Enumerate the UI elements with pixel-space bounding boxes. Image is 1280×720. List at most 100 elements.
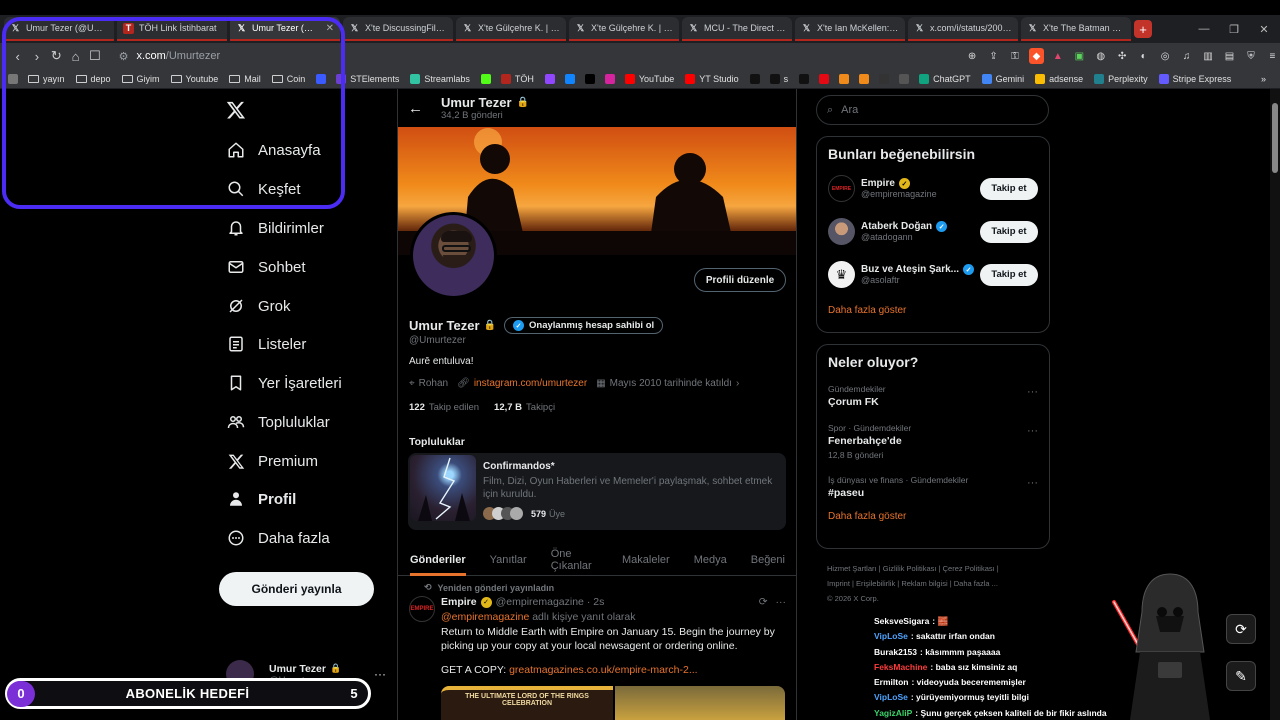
trend-item[interactable]: Gündemdekiler Çorum FK ···	[828, 384, 1038, 408]
bookmark-item[interactable]	[316, 73, 330, 84]
browser-tab[interactable]: 𝕏 X'te DiscussingFilm: "D	[343, 17, 453, 41]
follow-button[interactable]: Takip et	[980, 177, 1038, 200]
reply-to-handle[interactable]: @empiremagazine	[441, 611, 529, 623]
share-icon[interactable]: ⇪	[986, 48, 1001, 64]
bookmark-item[interactable]	[604, 73, 619, 84]
reload-icon[interactable]: ↻	[47, 46, 66, 66]
post-link[interactable]: greatmagazines.co.uk/empire-march-2...	[509, 664, 698, 676]
footer-link[interactable]: Gizlilik Politikası	[883, 564, 937, 573]
footer-link[interactable]: Çerez Politikası	[943, 564, 995, 573]
search-input[interactable]: ⌕ Ara	[816, 95, 1049, 125]
url-bar[interactable]: ⚙ x.com/Umurtezer	[113, 45, 963, 67]
nav-item-grok[interactable]: Grok	[226, 291, 291, 321]
bookmark-item[interactable]: Gemini	[981, 73, 1024, 84]
bookmark-item[interactable]	[839, 73, 853, 84]
tab-posts[interactable]: Gönderiler	[410, 554, 466, 576]
minimize-icon[interactable]: —	[1188, 15, 1220, 43]
bookmark-item[interactable]	[819, 73, 833, 84]
following-count[interactable]: 122	[409, 402, 425, 413]
nav-item-bookmarks[interactable]: Yer İşaretleri	[226, 368, 342, 398]
new-tab-button[interactable]: +	[1134, 20, 1152, 38]
nav-item-profile[interactable]: Profil	[226, 484, 296, 514]
browser-tab[interactable]: 𝕏 MCU - The Direct (@M	[682, 17, 792, 41]
browser-tab[interactable]: 𝕏x.com/i/status/200922	[908, 17, 1018, 41]
bookmark-item[interactable]	[859, 73, 873, 84]
bookmark-item[interactable]: adsense	[1035, 73, 1083, 84]
followers-count[interactable]: 12,7 B	[494, 402, 522, 413]
media-controls-icon[interactable]: ♫	[1179, 48, 1194, 64]
nav-item-communities[interactable]: Topluluklar	[226, 407, 330, 437]
tab-articles[interactable]: Makaleler	[622, 554, 670, 566]
menu-icon[interactable]: ≡	[1265, 48, 1280, 64]
password-key-icon[interactable]: ⚿	[1007, 48, 1022, 64]
tab-media[interactable]: Medya	[694, 554, 727, 566]
footer-link[interactable]: Hizmet Şartları	[827, 564, 877, 573]
edit-profile-button[interactable]: Profili düzenle	[694, 268, 786, 292]
close-window-icon[interactable]: ✕	[1248, 15, 1280, 43]
bookmark-item[interactable]	[899, 73, 913, 84]
nav-item-home[interactable]: Anasayfa	[226, 135, 321, 165]
browser-tab[interactable]: 𝕏 Umur Tezer (@Umurtezer	[4, 17, 114, 41]
post-handle[interactable]: @empiremagazine	[496, 596, 584, 608]
bookmark-item[interactable]: TÖH	[500, 73, 534, 84]
wallet-icon[interactable]: ▤	[1222, 48, 1237, 64]
bookmark-item[interactable]: s	[769, 73, 788, 84]
bookmark-item[interactable]: YT Studio	[685, 73, 739, 84]
back-icon[interactable]: ‹	[8, 46, 27, 66]
browser-tab[interactable]: 𝕏 X'te Gülçehre K. | sun	[569, 17, 679, 41]
show-more-link[interactable]: Daha fazla göster	[828, 296, 1038, 326]
show-more-link[interactable]: Daha fazla göster	[828, 499, 1038, 532]
browser-tab[interactable]: 𝕏 X'te Ian McKellen: "20	[795, 17, 905, 41]
bookmark-item[interactable]	[879, 73, 893, 84]
bookmark-item[interactable]: Stripe Express	[1158, 73, 1231, 84]
post-button[interactable]: Gönderi yayınla	[219, 572, 374, 606]
bookmark-item[interactable]	[584, 73, 599, 84]
extension-icon[interactable]: ◐	[1136, 48, 1151, 64]
trend-item[interactable]: Spor · Gündemdekiler Fenerbahçe'de 12,8 B …	[828, 423, 1038, 460]
post-image-left[interactable]: THE ULTIMATE LORD OF THE RINGS CELEBRATI…	[441, 686, 613, 720]
post-more-icon[interactable]: ···	[776, 596, 787, 608]
page-scrollbar[interactable]	[1270, 89, 1280, 720]
browser-tab[interactable]: T TÖH Link İstihbarat	[117, 17, 227, 41]
profile-avatar[interactable]	[410, 212, 497, 299]
post-image-right[interactable]	[615, 686, 785, 720]
bookmark-item[interactable]: YouTube	[624, 73, 674, 84]
bookmark-item[interactable]: STElements	[336, 73, 399, 84]
nav-item-lists[interactable]: Listeler	[226, 329, 306, 359]
bookmark-page-icon[interactable]: ☐	[85, 46, 104, 66]
nav-item-premium[interactable]: Premium	[226, 446, 318, 476]
trend-item[interactable]: İş dünyası ve finans · Gündemdekiler #pas…	[828, 475, 1038, 499]
maximize-icon[interactable]: ❐	[1218, 15, 1250, 43]
x-logo-icon[interactable]	[226, 100, 246, 120]
bookmark-item[interactable]	[749, 73, 764, 84]
bookmark-item[interactable]: Coin	[271, 74, 305, 84]
extension-icon[interactable]: ▣	[1072, 48, 1087, 64]
bookmark-item[interactable]	[544, 73, 559, 84]
bookmark-item[interactable]: ChatGPT	[919, 73, 971, 84]
follow-button[interactable]: Takip et	[980, 220, 1038, 243]
following-label[interactable]: Takip edilen	[429, 402, 479, 413]
nav-item-notifications[interactable]: Bildirimler	[226, 213, 324, 243]
bookmark-item[interactable]: Giyim	[121, 74, 160, 84]
bookmarks-overflow-icon[interactable]: »	[1261, 74, 1266, 84]
bookmark-item[interactable]: yayın	[28, 74, 65, 84]
tab-highlights[interactable]: Öne Çıkanlar	[551, 548, 598, 572]
browser-tab[interactable]: 𝕏 X'te Gülçehre K. | sun	[456, 17, 566, 41]
bookmark-item[interactable]	[8, 73, 22, 84]
footer-link[interactable]: Daha fazla ...	[954, 579, 998, 588]
bookmark-item[interactable]: Perplexity	[1094, 73, 1148, 84]
site-info-icon[interactable]: ⚙	[119, 50, 129, 63]
extension-icon[interactable]: ◎	[1157, 48, 1172, 64]
close-tab-icon[interactable]: ✕	[326, 23, 334, 34]
extension-icon[interactable]: ◍	[1093, 48, 1108, 64]
bookmark-item[interactable]: Youtube	[170, 74, 218, 84]
forward-icon[interactable]: ›	[27, 46, 46, 66]
bookmark-item[interactable]: depo	[75, 74, 111, 84]
browser-tab-active[interactable]: 𝕏 Umur Tezer (@Umurtezer ✕	[230, 17, 340, 41]
bookmark-item[interactable]: Mail	[229, 74, 261, 84]
nav-item-messages[interactable]: Sohbet	[226, 252, 306, 282]
puzzle-icon[interactable]: ✣	[1115, 48, 1130, 64]
zoom-icon[interactable]: ⊕	[964, 48, 979, 64]
bookmark-item[interactable]: Streamlabs	[410, 73, 470, 84]
trend-more-icon[interactable]: ···	[1027, 386, 1038, 398]
